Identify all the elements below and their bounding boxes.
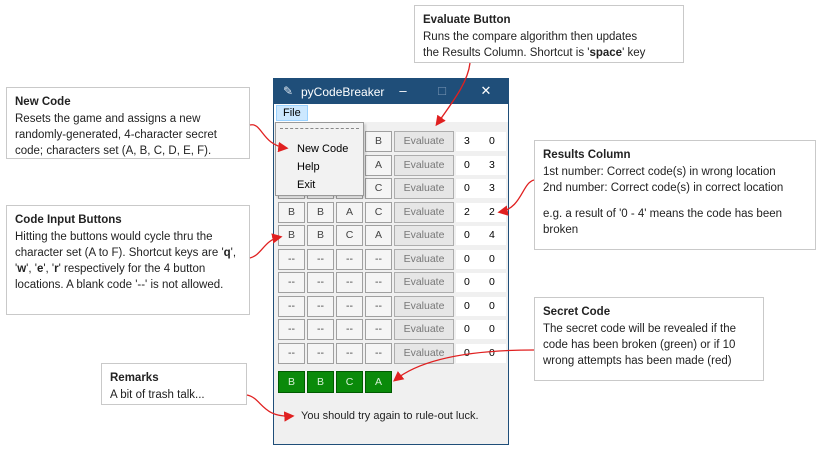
- arrow-remarks: [246, 394, 295, 422]
- annotation-arrows: [246, 62, 535, 422]
- arrow-new-code: [249, 124, 289, 153]
- arrow-results: [497, 179, 535, 216]
- arrow-evaluate: [435, 62, 471, 127]
- arrow-secret: [392, 349, 535, 382]
- arrow-code-input: [249, 233, 283, 259]
